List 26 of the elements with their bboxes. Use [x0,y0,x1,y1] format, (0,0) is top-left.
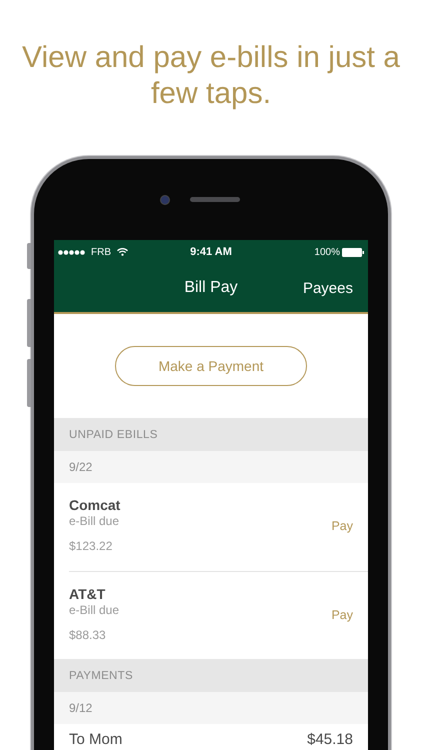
battery-percent: 100% [314,246,340,258]
nav-title: Bill Pay [184,279,238,297]
wifi-icon [117,248,128,256]
section-header: PAYMENTS [54,659,368,692]
bill-status: e-Bill due [69,603,120,618]
bill-amount: $123.22 [69,539,114,553]
status-time: 9:41 AM [190,246,232,258]
pay-link[interactable]: Pay [331,519,353,533]
payees-link[interactable]: Payees [302,280,353,296]
date-header: 9/12 [54,692,368,724]
date-header: 9/22 [54,451,368,483]
make-payment-button[interactable]: Make a Payment [115,346,307,386]
camera-icon [160,194,170,204]
payment-recipient: To Mom [69,731,124,748]
pay-link[interactable]: Pay [331,608,353,622]
bill-amount: $88.33 [69,628,107,642]
battery-icon [342,248,364,256]
payment-amount: $45.18 [307,731,353,748]
section-header: UNPAID EBILLS [54,418,368,451]
bill-status: e-Bill due [69,514,120,529]
carrier-name: FRB [91,246,111,258]
speaker-icon [190,197,240,202]
signal-icon [58,250,85,254]
payee-name: AT&T [69,586,106,603]
headline: View and pay e-bills in just a few taps. [21,40,401,112]
payee-name: Comcat [69,497,122,514]
